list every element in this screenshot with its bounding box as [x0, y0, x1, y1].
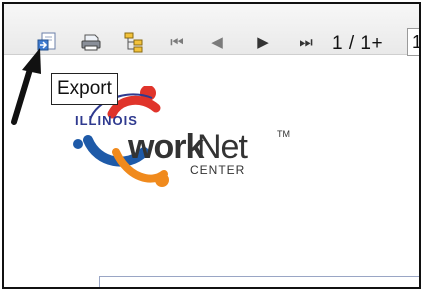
annotation-arrow-icon [11, 48, 41, 125]
